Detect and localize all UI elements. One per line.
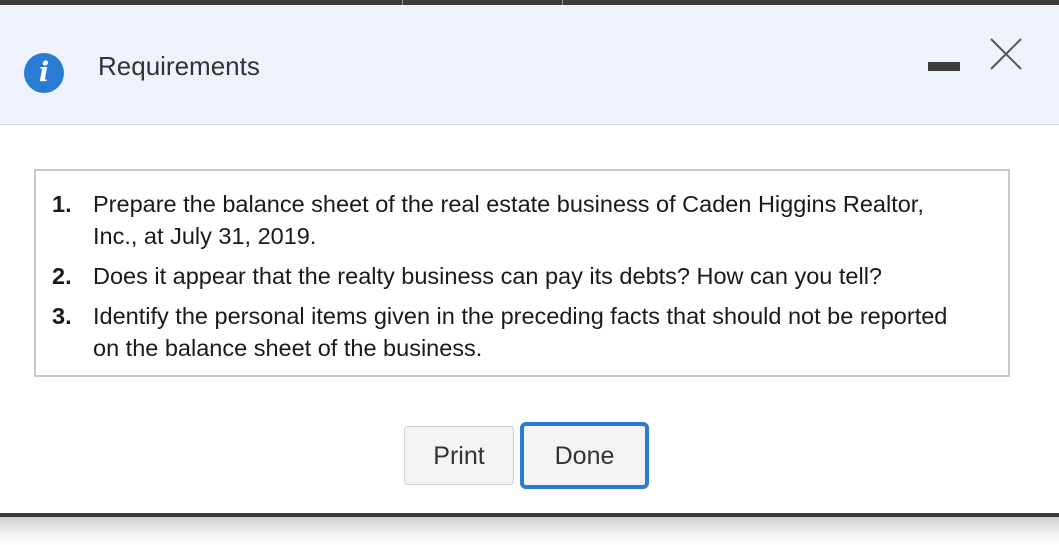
done-button[interactable]: Done	[520, 422, 649, 489]
dialog-shadow	[0, 517, 1059, 545]
requirements-box: 1. Prepare the balance sheet of the real…	[34, 169, 1010, 377]
requirement-text: Prepare the balance sheet of the real es…	[93, 191, 924, 249]
print-button[interactable]: Print	[404, 426, 514, 485]
list-item: 2. Does it appear that the realty busine…	[36, 260, 996, 292]
requirement-number: 2.	[52, 263, 72, 289]
requirement-number: 3.	[52, 303, 72, 329]
requirement-number: 1.	[52, 191, 72, 217]
info-icon: i	[24, 53, 64, 93]
list-item: 3. Identify the personal items given in …	[36, 300, 996, 364]
close-icon[interactable]	[989, 37, 1023, 71]
requirement-text: Identify the personal items given in the…	[93, 303, 948, 361]
dialog-title: Requirements	[98, 51, 260, 81]
requirements-dialog: i Requirements 1. Prepare the balance sh…	[0, 5, 1059, 516]
minimize-icon[interactable]	[928, 62, 960, 71]
list-item: 1. Prepare the balance sheet of the real…	[36, 188, 996, 252]
close-icon-glyph	[990, 38, 1022, 70]
requirement-text: Does it appear that the realty business …	[93, 263, 883, 289]
dialog-header: i Requirements	[0, 5, 1059, 125]
